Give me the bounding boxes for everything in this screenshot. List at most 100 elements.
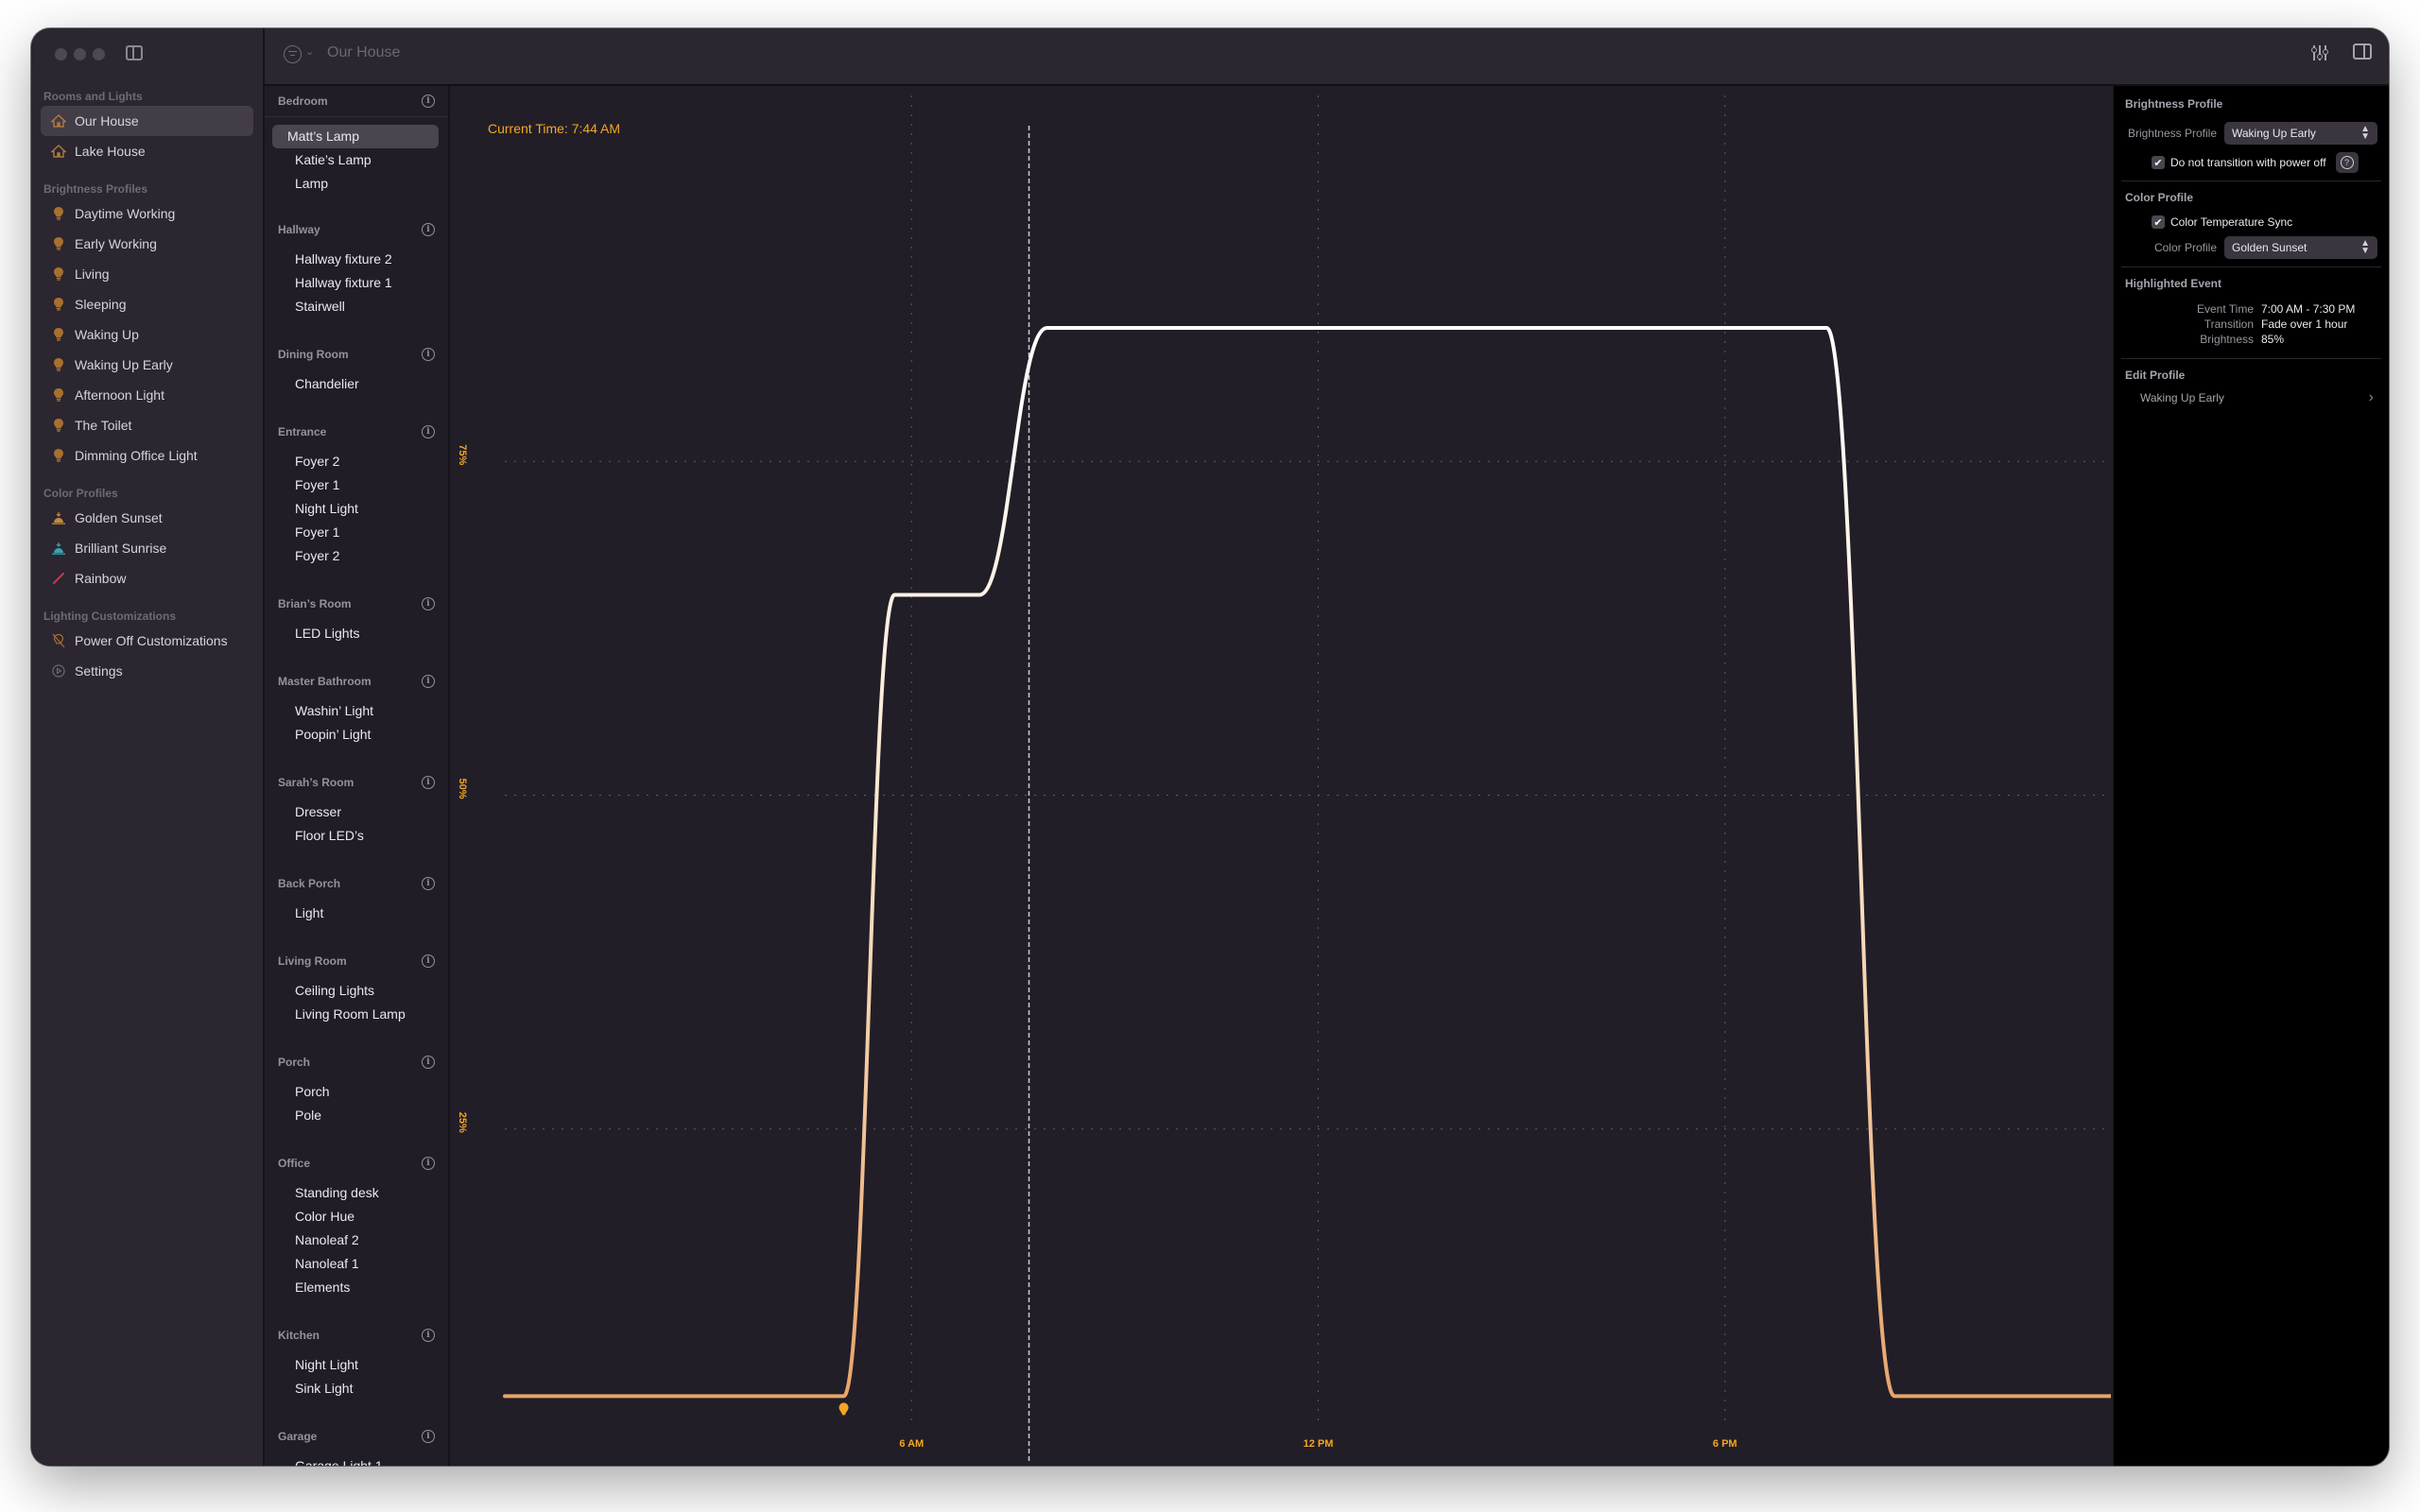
room-group: Dining Room i Chandelier <box>265 339 448 396</box>
light-item[interactable]: Foyer 1 <box>272 521 439 544</box>
sidebar-item[interactable]: The Toilet <box>41 410 253 440</box>
light-item[interactable]: Washin’ Light <box>272 699 439 723</box>
sidebar: Rooms and Lights Our House Lake House Brigh… <box>31 28 265 1466</box>
room-name: Hallway <box>278 223 320 236</box>
light-item[interactable]: Hallway fixture 2 <box>272 248 439 271</box>
light-item[interactable]: Elements <box>272 1276 439 1299</box>
sidebar-item[interactable]: Power Off Customizations <box>41 626 253 656</box>
brightness-line[interactable] <box>503 325 2111 1399</box>
brightness-chart[interactable]: 25% 50% 75% 6 AM 12 PM 6 PM Current Time: 7:4… <box>450 86 2111 1466</box>
info-icon[interactable]: i <box>422 348 435 361</box>
color-profile-select[interactable]: Golden Sunset ▲ ▼ <box>2224 236 2377 259</box>
light-item[interactable]: Living Room Lamp <box>272 1003 439 1026</box>
adjustments-sliders-icon[interactable] <box>2310 43 2329 62</box>
sidebar-item[interactable]: Waking Up Early <box>41 350 253 380</box>
transition-label: Transition <box>2204 318 2254 331</box>
sidebar-item[interactable]: Daytime Working <box>41 198 253 229</box>
light-item[interactable]: Color Hue <box>272 1205 439 1228</box>
light-item[interactable]: Lamp <box>272 172 439 196</box>
event-time-value: 7:00 AM - 7:30 PM <box>2261 302 2356 316</box>
light-item[interactable]: Foyer 2 <box>272 450 439 473</box>
info-icon[interactable]: i <box>422 776 435 789</box>
sidebar-item[interactable]: Dimming Office Light <box>41 440 253 471</box>
edit-profile-row[interactable]: Waking Up Early › <box>2125 386 2377 410</box>
sidebar-toggle-icon[interactable] <box>126 45 143 60</box>
close-window-button[interactable] <box>55 48 67 60</box>
light-item[interactable]: Sink Light <box>272 1377 439 1400</box>
up-down-chevron-icon: ▲ ▼ <box>2360 238 2370 256</box>
minimize-window-button[interactable] <box>74 48 86 60</box>
sidebar-item[interactable]: Sleeping <box>41 289 253 319</box>
light-item[interactable]: Katie’s Lamp <box>272 148 439 172</box>
light-item[interactable]: Standing desk <box>272 1181 439 1205</box>
light-item[interactable]: Night Light <box>272 1353 439 1377</box>
light-item[interactable]: Chandelier <box>272 372 439 396</box>
room-name: Office <box>278 1157 311 1170</box>
sidebar-section-label: Lighting Customizations <box>43 610 176 623</box>
light-item[interactable]: Porch <box>272 1080 439 1104</box>
room-name: Porch <box>278 1056 311 1069</box>
info-icon[interactable]: i <box>422 425 435 438</box>
light-item[interactable]: Foyer 1 <box>272 473 439 497</box>
lightbulb-icon <box>50 387 67 404</box>
info-icon[interactable]: i <box>422 1329 435 1342</box>
info-icon[interactable]: i <box>422 1157 435 1170</box>
chart-canvas[interactable]: 25% 50% 75% 6 AM 12 PM 6 PM <box>450 86 2111 1466</box>
sidebar-item[interactable]: Settings <box>41 656 253 686</box>
room-group: Entrance i Foyer 2 Foyer 1 Night Light Foyer … <box>265 417 448 568</box>
sidebar-item-label: Living <box>75 266 110 282</box>
sidebar-item[interactable]: Golden Sunset <box>41 503 253 533</box>
current-time-label: Current Time: 7:44 AM <box>488 121 621 136</box>
lightbulb-slash-icon <box>50 632 67 649</box>
light-item[interactable]: Dresser <box>272 800 439 824</box>
sidebar-section-label: Brightness Profiles <box>43 182 148 196</box>
no-transition-checkbox[interactable]: ✔ <box>2152 156 2165 169</box>
sidebar-item[interactable]: Lake House <box>41 136 253 166</box>
info-icon[interactable]: i <box>422 1056 435 1069</box>
toolbar-actions <box>2310 43 2372 62</box>
help-button[interactable]: ? <box>2335 152 2359 173</box>
sidebar-item[interactable]: Waking Up <box>41 319 253 350</box>
info-icon[interactable]: i <box>422 675 435 688</box>
light-item[interactable]: Hallway fixture 1 <box>272 271 439 295</box>
edit-section-title: Edit Profile <box>2125 369 2186 382</box>
room-group: Master Bathroom i Washin’ Light Poopin’ Lig… <box>265 666 448 747</box>
sidebar-item[interactable]: Rainbow <box>41 563 253 593</box>
chevron-down-icon[interactable]: ⌄ <box>305 45 314 58</box>
light-item[interactable]: Light <box>272 902 439 925</box>
sidebar-item[interactable]: Afternoon Light <box>41 380 253 410</box>
sidebar-item-label: Our House <box>75 113 139 129</box>
light-item[interactable]: Pole <box>272 1104 439 1127</box>
light-item[interactable]: Nanoleaf 1 <box>272 1252 439 1276</box>
light-item[interactable]: LED Lights <box>272 622 439 645</box>
sidebar-item[interactable]: Living <box>41 259 253 289</box>
info-icon[interactable]: i <box>422 1430 435 1443</box>
light-item[interactable]: Night Light <box>272 497 439 521</box>
event-marker-icon[interactable] <box>838 1402 849 1416</box>
light-item[interactable]: Nanoleaf 2 <box>272 1228 439 1252</box>
sidebar-item[interactable]: Our House <box>41 106 253 136</box>
info-icon[interactable]: i <box>422 94 435 108</box>
filter-icon[interactable] <box>284 45 302 63</box>
light-item[interactable]: Stairwell <box>272 295 439 318</box>
app-window: Rooms and Lights Our House Lake House Brigh… <box>31 28 2389 1466</box>
room-group: Living Room i Ceiling Lights Living Room La… <box>265 946 448 1026</box>
zoom-window-button[interactable] <box>93 48 105 60</box>
light-item[interactable]: Garage Light 1 <box>272 1454 439 1466</box>
light-item[interactable]: Matt’s Lamp <box>272 125 439 148</box>
info-icon[interactable]: i <box>422 954 435 968</box>
info-icon[interactable]: i <box>422 597 435 610</box>
light-item[interactable]: Foyer 2 <box>272 544 439 568</box>
brightness-profile-select[interactable]: Waking Up Early ▲ ▼ <box>2224 122 2377 145</box>
sidebar-item[interactable]: Brilliant Sunrise <box>41 533 253 563</box>
inspector-toggle-icon[interactable] <box>2353 43 2372 60</box>
color-temp-sync-checkbox[interactable]: ✔ <box>2152 215 2165 229</box>
sidebar-item[interactable]: Early Working <box>41 229 253 259</box>
info-icon[interactable]: i <box>422 223 435 236</box>
light-item[interactable]: Poopin’ Light <box>272 723 439 747</box>
event-section-title: Highlighted Event <box>2125 277 2221 290</box>
info-icon[interactable]: i <box>422 877 435 890</box>
sidebar-item-label: Daytime Working <box>75 206 176 221</box>
light-item[interactable]: Floor LED’s <box>272 824 439 848</box>
light-item[interactable]: Ceiling Lights <box>272 979 439 1003</box>
